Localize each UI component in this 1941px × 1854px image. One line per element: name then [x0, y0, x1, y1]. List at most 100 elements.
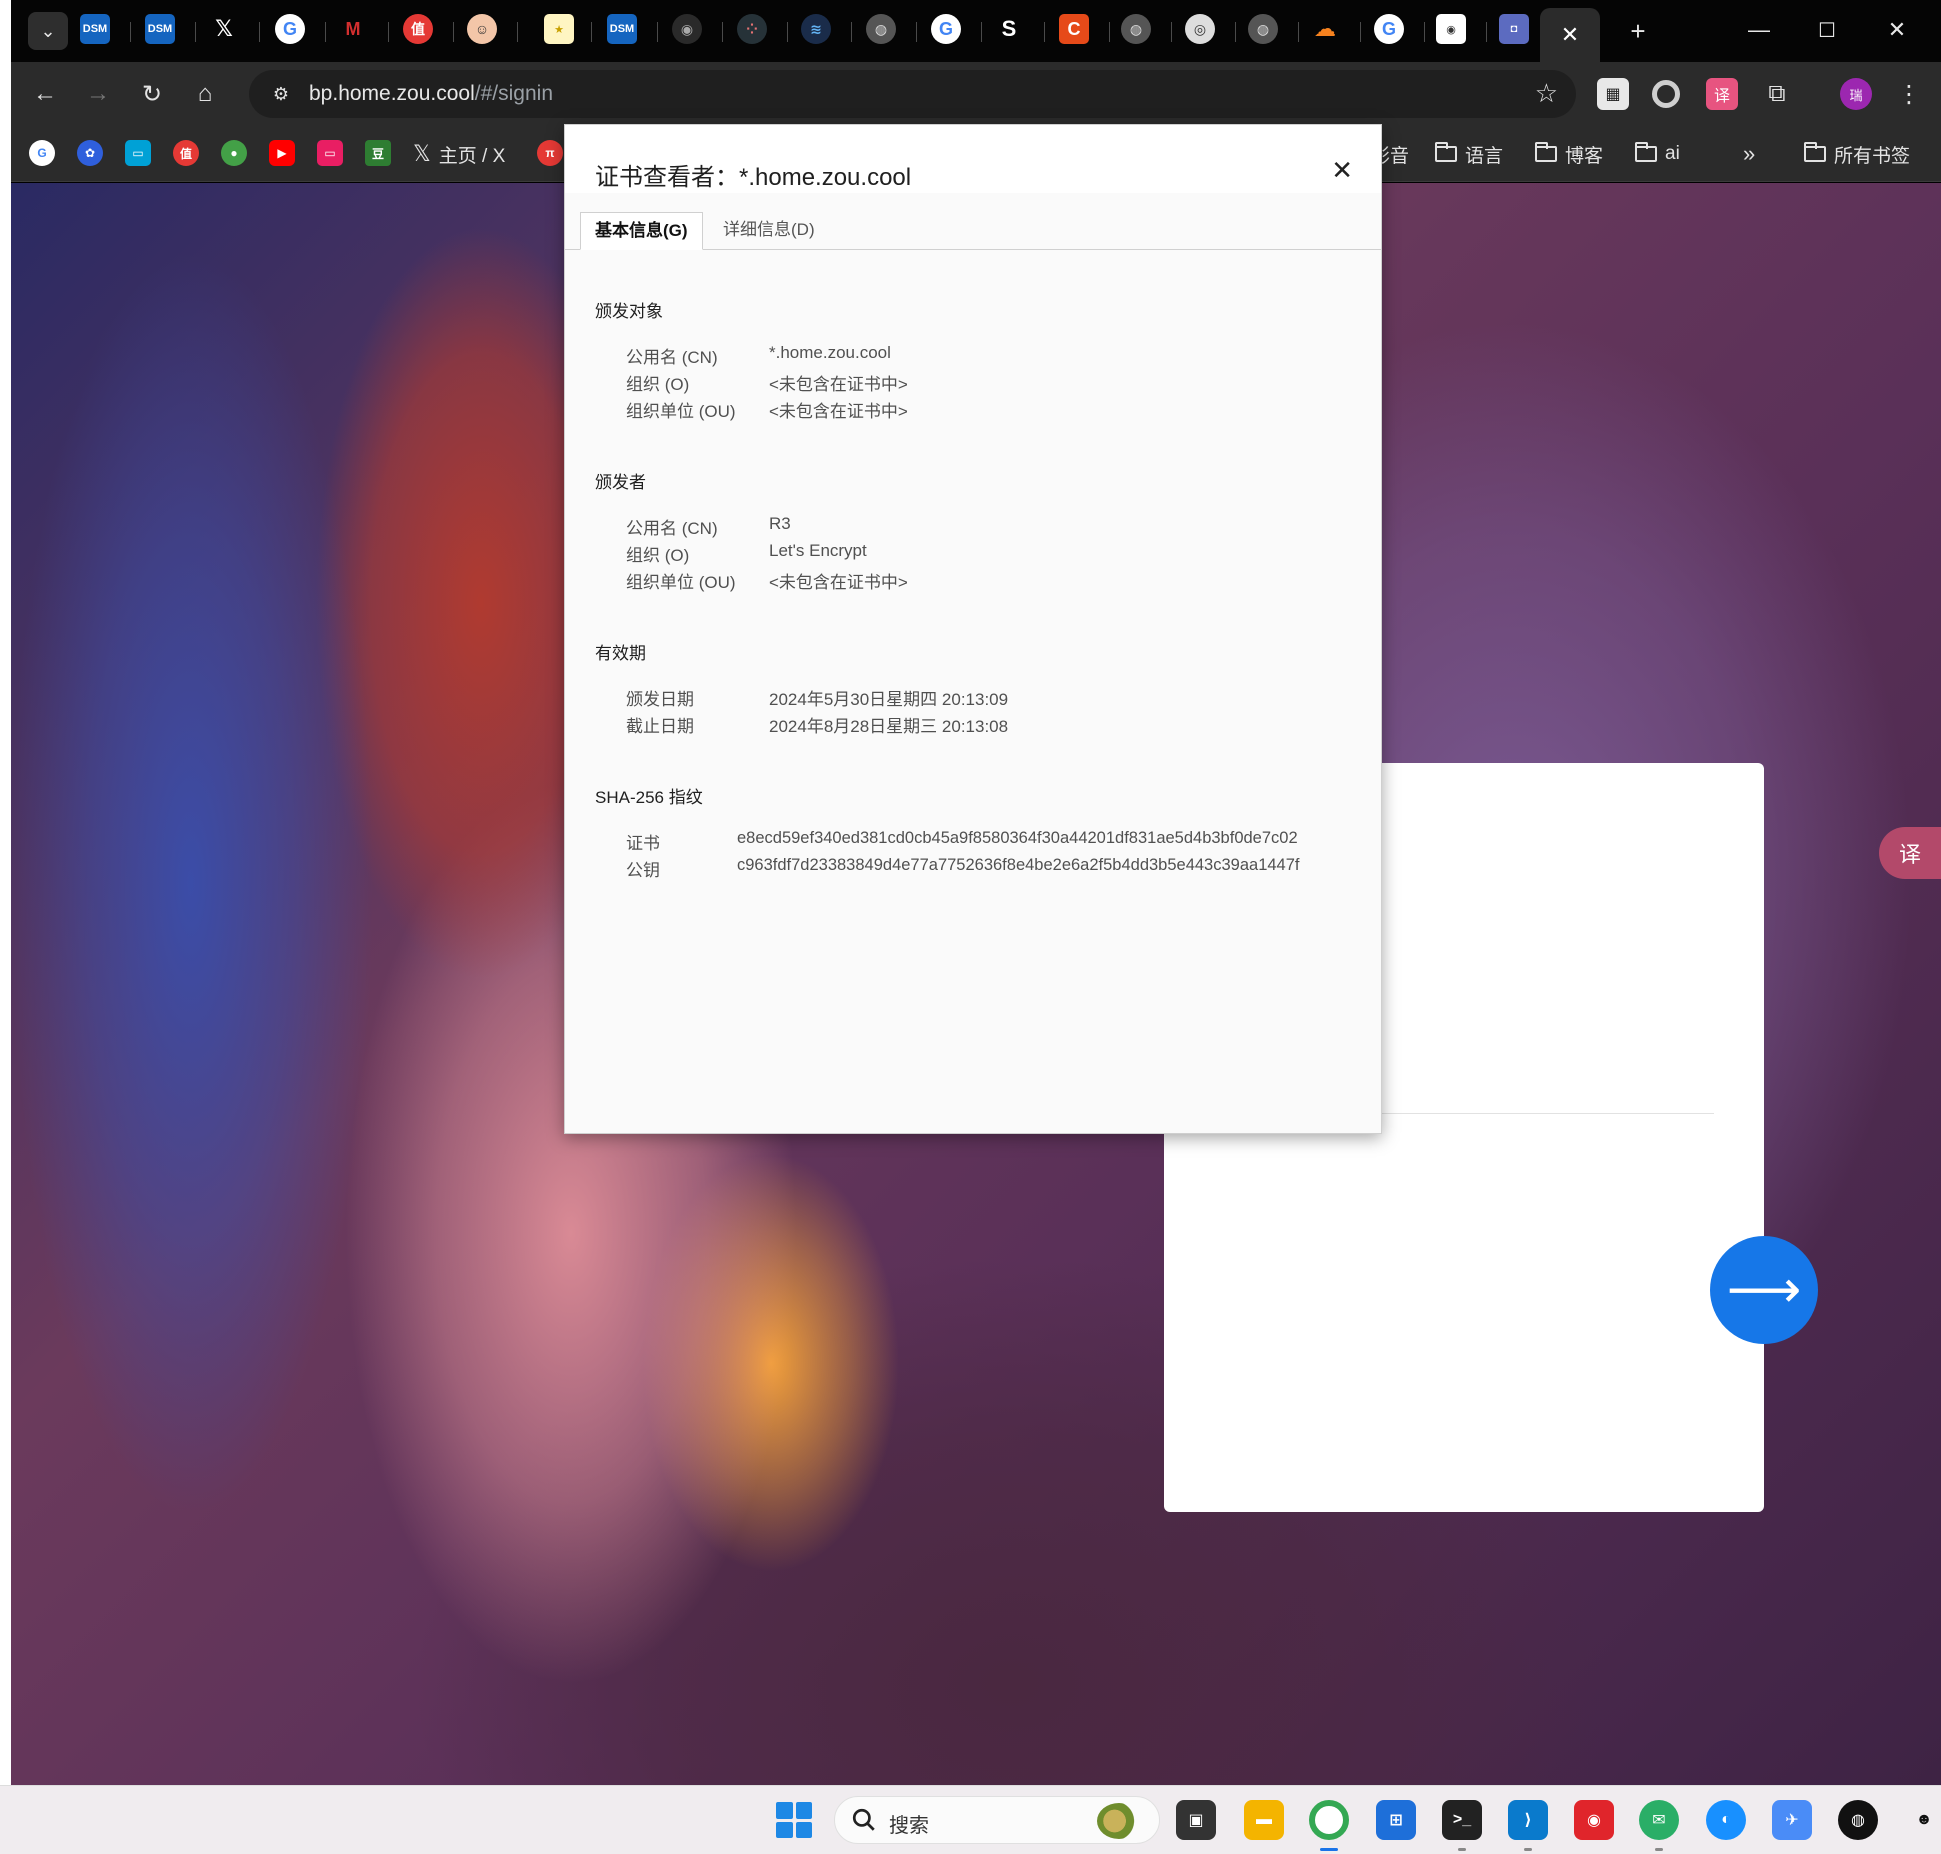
qr-code-icon[interactable]: ▦ [1597, 78, 1629, 110]
tab-cloudflare-icon[interactable]: ☁ [1310, 14, 1340, 44]
menu-kebab-icon[interactable]: ⋮ [1893, 78, 1925, 110]
bookmark-tv-icon[interactable]: ▭ [317, 140, 343, 166]
folder-icon [1635, 142, 1657, 162]
url-text[interactable]: bp.home.zou.cool/#/signin [309, 82, 553, 106]
all-bookmarks-button[interactable]: 所有书签 [1804, 140, 1910, 168]
tab-globe-icon[interactable]: ◍ [866, 14, 896, 44]
tab-globe-icon[interactable]: ◍ [1121, 14, 1151, 44]
tab-s-icon[interactable]: S [994, 14, 1024, 44]
windows-start-icon[interactable] [776, 1802, 812, 1838]
vscode-icon[interactable]: ⟩ [1508, 1800, 1548, 1840]
lark-icon[interactable]: ✈ [1772, 1800, 1812, 1840]
tab-chrome-icon[interactable]: ◎ [1185, 14, 1215, 44]
bookmarks-overflow-button[interactable]: » [1743, 140, 1755, 168]
tab-c-icon[interactable]: C [1059, 14, 1089, 44]
validity-heading: 有效期 [595, 644, 646, 663]
window-close-icon[interactable]: ✕ [1869, 10, 1925, 50]
issued-to-heading: 颁发对象 [595, 302, 663, 321]
address-bar[interactable]: ⚙ bp.home.zou.cool/#/signin ☆ [249, 70, 1576, 118]
tab-target-icon[interactable]: ◉ [1436, 14, 1466, 44]
home-icon[interactable]: ⌂ [185, 74, 225, 114]
bookmark-pi-icon[interactable]: π [537, 140, 563, 166]
bookmark-x-home[interactable]: 𝕏 主页 / X [413, 140, 505, 168]
tab-zhide-icon[interactable]: 值 [403, 14, 433, 44]
issued-by-heading: 颁发者 [595, 473, 646, 492]
bookmark-folder-ai[interactable]: ai [1635, 140, 1680, 168]
qq-icon[interactable]: ☻ [1904, 1800, 1941, 1840]
issue-date-label: 颁发日期 [626, 690, 694, 709]
tab-dots-icon[interactable]: ⁘ [737, 14, 767, 44]
task-view-icon[interactable]: ▣ [1176, 1800, 1216, 1840]
bookmark-baidu-icon[interactable]: ✿ [77, 140, 103, 166]
circle-extension-icon[interactable] [1652, 80, 1680, 108]
all-bookmarks-label: 所有书签 [1834, 145, 1911, 167]
maximize-icon[interactable]: ☐ [1799, 10, 1855, 50]
issued-by-cn-label: 公用名 (CN) [626, 519, 718, 538]
bookmark-star-icon[interactable]: ☆ [1535, 78, 1558, 109]
site-info-icon[interactable]: ⚙ [267, 80, 295, 108]
floating-translate-icon[interactable]: 译 [1879, 827, 1941, 879]
dialog-title: 证书查看者：*.home.zou.cool [595, 164, 912, 191]
file-explorer-icon[interactable]: ▬ [1244, 1800, 1284, 1840]
tab-search-button[interactable]: ⌄ [28, 12, 68, 50]
running-indicator [1655, 1848, 1663, 1851]
wechat-icon[interactable]: ✉ [1639, 1800, 1679, 1840]
minimize-icon[interactable]: — [1731, 10, 1787, 50]
folder-label: ai [1665, 143, 1680, 164]
new-tab-plus-icon[interactable]: + [1618, 12, 1658, 50]
tab-trophy-icon[interactable]: ★ [544, 14, 574, 44]
bookmark-youtube-icon[interactable]: ▶ [269, 140, 295, 166]
tab-github-icon[interactable]: ◉ [672, 14, 702, 44]
tab-separator [1486, 22, 1487, 42]
bookmark-bilibili-icon[interactable]: ▭ [125, 140, 151, 166]
tab-google-icon[interactable]: G [1374, 14, 1404, 44]
back-arrow-icon[interactable]: ← [25, 74, 65, 114]
bookmark-douban-icon[interactable]: 豆 [365, 140, 391, 166]
dialog-close-icon[interactable]: ✕ [1331, 155, 1353, 186]
bookmark-google-icon[interactable]: G [29, 140, 55, 166]
issued-by-o-value: Let's Encrypt [769, 541, 867, 560]
tab-gmail-icon[interactable]: M [338, 14, 368, 44]
tab-google-icon[interactable]: G [931, 14, 961, 44]
profile-avatar[interactable]: 瑞 [1840, 78, 1872, 110]
tab-x-icon[interactable]: 𝕏 [209, 14, 239, 44]
active-tab-close-icon[interactable]: ✕ [1540, 8, 1600, 62]
feishu-icon[interactable]: ◐ [1706, 1800, 1746, 1840]
translate-extension-icon[interactable]: 译 [1706, 78, 1738, 110]
tab-dsm-icon[interactable]: DSM [80, 14, 110, 44]
tab-separator [388, 22, 389, 42]
extensions-puzzle-icon[interactable]: ⧉ [1761, 78, 1793, 110]
terminal-icon[interactable]: >_ [1442, 1800, 1482, 1840]
tab-google-icon[interactable]: G [275, 14, 305, 44]
netease-music-icon[interactable]: ◉ [1574, 1800, 1614, 1840]
tab-docker-icon[interactable]: ≋ [801, 14, 831, 44]
tab-avatar-icon[interactable]: ☺ [467, 14, 497, 44]
tab-details[interactable]: 详细信息(D) [709, 212, 829, 250]
tab-dsm-icon[interactable]: DSM [607, 14, 637, 44]
bookmark-folder-yuyan[interactable]: 语言 [1435, 140, 1503, 168]
tab-separator [1171, 22, 1172, 42]
windows-taskbar: 搜索 ▣ ▬ ⊞ >_ ⟩ ◉ ✉ ◐ ✈ ◍ ☻ [0, 1785, 1941, 1854]
microsoft-store-icon[interactable]: ⊞ [1376, 1800, 1416, 1840]
tab-dsm-icon[interactable]: DSM [145, 14, 175, 44]
tab-general[interactable]: 基本信息(G) [580, 212, 703, 250]
bookmark-folder-boke[interactable]: 博客 [1535, 140, 1603, 168]
sign-in-arrow-button[interactable]: ⟶ [1710, 1236, 1818, 1344]
tab-globe-icon[interactable]: ◍ [1248, 14, 1278, 44]
github-desktop-icon[interactable]: ◍ [1838, 1800, 1878, 1840]
reload-icon[interactable]: ↻ [132, 74, 172, 114]
running-indicator [1458, 1848, 1466, 1851]
tab-separator [981, 22, 982, 42]
forward-arrow-icon[interactable]: → [78, 74, 118, 114]
tab-separator [195, 22, 196, 42]
tab-separator [916, 22, 917, 42]
bookmark-green-icon[interactable]: ● [221, 140, 247, 166]
bookmark-zhide-icon[interactable]: 值 [173, 140, 199, 166]
taskbar-search-box[interactable]: 搜索 [834, 1796, 1160, 1844]
tab-copilot-icon[interactable]: ◘ [1499, 14, 1529, 44]
chrome-taskbar-icon[interactable] [1309, 1800, 1349, 1840]
tab-separator [453, 22, 454, 42]
folder-icon [1804, 142, 1826, 162]
arrow-right-icon: ⟶ [1726, 1261, 1802, 1319]
tab-separator [1109, 22, 1110, 42]
